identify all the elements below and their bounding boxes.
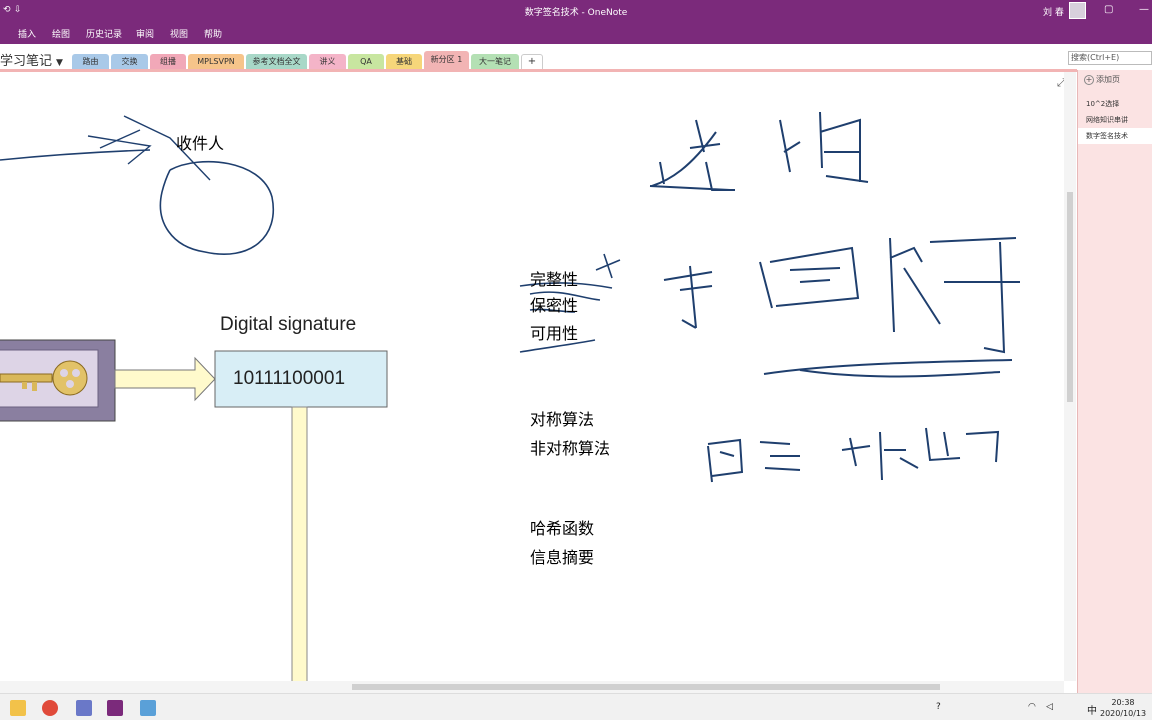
recipient-label[interactable]: 收件人 <box>176 130 224 154</box>
section-tab-mplsvpn[interactable]: MPLSVPN <box>188 54 244 70</box>
ribbon-tabs: 插入 绘图 历史记录 审阅 视图 帮助 <box>0 22 1152 44</box>
property-integrity[interactable]: 完整性 <box>530 266 578 290</box>
app-icon[interactable] <box>76 700 92 716</box>
taskbar: ? ◠ ◁ 中 20:38 2020/10/13 <box>0 693 1152 720</box>
user-name[interactable]: 刘 春 <box>1043 5 1064 18</box>
tab-history[interactable]: 历史记录 <box>86 27 122 40</box>
file-explorer-icon[interactable] <box>10 700 26 716</box>
recipient-circle <box>159 160 275 255</box>
notebook-selector[interactable]: 学习笔记 ▼ <box>0 50 63 69</box>
add-section-button[interactable]: + <box>521 54 543 70</box>
ribbon-display-options-icon[interactable]: ▢ <box>1104 4 1113 15</box>
chevron-down-icon: ▼ <box>56 58 63 68</box>
message-digest-text[interactable]: 信息摘要 <box>530 544 594 568</box>
section-tab-switching[interactable]: 交换 <box>111 54 148 70</box>
property-availability[interactable]: 可用性 <box>530 320 578 344</box>
hash-function-text[interactable]: 哈希函数 <box>530 515 594 539</box>
page-item[interactable]: 网络知识串讲 <box>1078 112 1152 128</box>
horizontal-scrollbar[interactable] <box>0 681 1064 693</box>
tab-view[interactable]: 视图 <box>170 27 188 40</box>
page-list-pane: + 添加页 10^2选择 网络知识串讲 数字签名技术 <box>1077 70 1152 693</box>
handwritten-ink <box>649 111 1020 483</box>
ink-layer <box>0 111 1020 681</box>
chrome-icon[interactable] <box>42 700 58 716</box>
ime-indicator[interactable]: 中 <box>1087 702 1097 717</box>
property-confidentiality[interactable]: 保密性 <box>530 292 578 316</box>
window-title: 数字签名技术 - OneNote <box>524 8 628 18</box>
page-item[interactable]: 10^2选择 <box>1078 96 1152 112</box>
app-icon[interactable] <box>140 700 156 716</box>
section-tab-handout[interactable]: 讲义 <box>309 54 346 70</box>
section-tab-freshman-notes[interactable]: 大一笔记 <box>471 54 519 70</box>
asymmetric-algorithm-text[interactable]: 非对称算法 <box>530 435 610 459</box>
page-canvas[interactable]: 收件人 Digital signature 10111100001 完整性 保密… <box>0 72 1064 681</box>
tab-review[interactable]: 审阅 <box>136 27 154 40</box>
page-item-selected[interactable]: 数字签名技术 <box>1078 128 1152 144</box>
clock-date: 2020/10/13 <box>1100 709 1147 718</box>
clock-time: 20:38 <box>1111 698 1135 707</box>
diagram-title[interactable]: Digital signature <box>220 314 356 336</box>
onenote-icon[interactable] <box>107 700 123 716</box>
network-icon[interactable]: ◠ <box>1028 702 1036 712</box>
plus-icon: + <box>1084 75 1094 85</box>
tab-help[interactable]: 帮助 <box>204 27 222 40</box>
property-mark <box>595 253 621 279</box>
section-tab-new-section[interactable]: 新分区 1 <box>424 51 469 70</box>
search-input[interactable]: 搜索(Ctrl+E) <box>1068 51 1152 65</box>
arrow-to-signature <box>114 356 216 402</box>
tab-draw[interactable]: 绘图 <box>52 27 70 40</box>
title-bar: ⟲ ⇩ 数字签名技术 - OneNote 刘 春 ▢ — <box>0 0 1152 22</box>
clock[interactable]: 20:38 2020/10/13 <box>1100 697 1146 719</box>
signature-value[interactable]: 10111100001 <box>233 368 345 390</box>
section-tab-multicast[interactable]: 组播 <box>150 54 186 70</box>
section-tab-qa[interactable]: QA <box>348 54 384 70</box>
symmetric-algorithm-text[interactable]: 对称算法 <box>530 406 594 430</box>
section-tab-basics[interactable]: 基础 <box>386 54 422 70</box>
minimize-button[interactable]: — <box>1139 4 1149 15</box>
section-tab-reference[interactable]: 参考文档全文 <box>246 54 307 70</box>
add-page-button[interactable]: + 添加页 <box>1084 74 1120 85</box>
vertical-scroll-thumb[interactable] <box>1067 192 1073 402</box>
section-tab-bar: 学习笔记 ▼ 路由 交换 组播 MPLSVPN 参考文档全文 讲义 QA 基础 新… <box>0 44 1152 70</box>
expand-icon[interactable]: ⤢ <box>1057 76 1064 90</box>
volume-icon[interactable]: ◁ <box>1046 702 1053 712</box>
tab-insert[interactable]: 插入 <box>18 27 36 40</box>
help-icon[interactable]: ? <box>936 702 941 712</box>
section-tab-routing[interactable]: 路由 <box>72 54 109 70</box>
horizontal-scroll-thumb[interactable] <box>352 684 940 690</box>
add-page-label: 添加页 <box>1096 75 1120 84</box>
signature-connector <box>291 406 308 681</box>
avatar[interactable] <box>1069 2 1086 19</box>
arrow-stroke <box>0 149 151 161</box>
notebook-name: 学习笔记 <box>0 54 53 69</box>
vertical-scrollbar[interactable] <box>1064 72 1076 681</box>
